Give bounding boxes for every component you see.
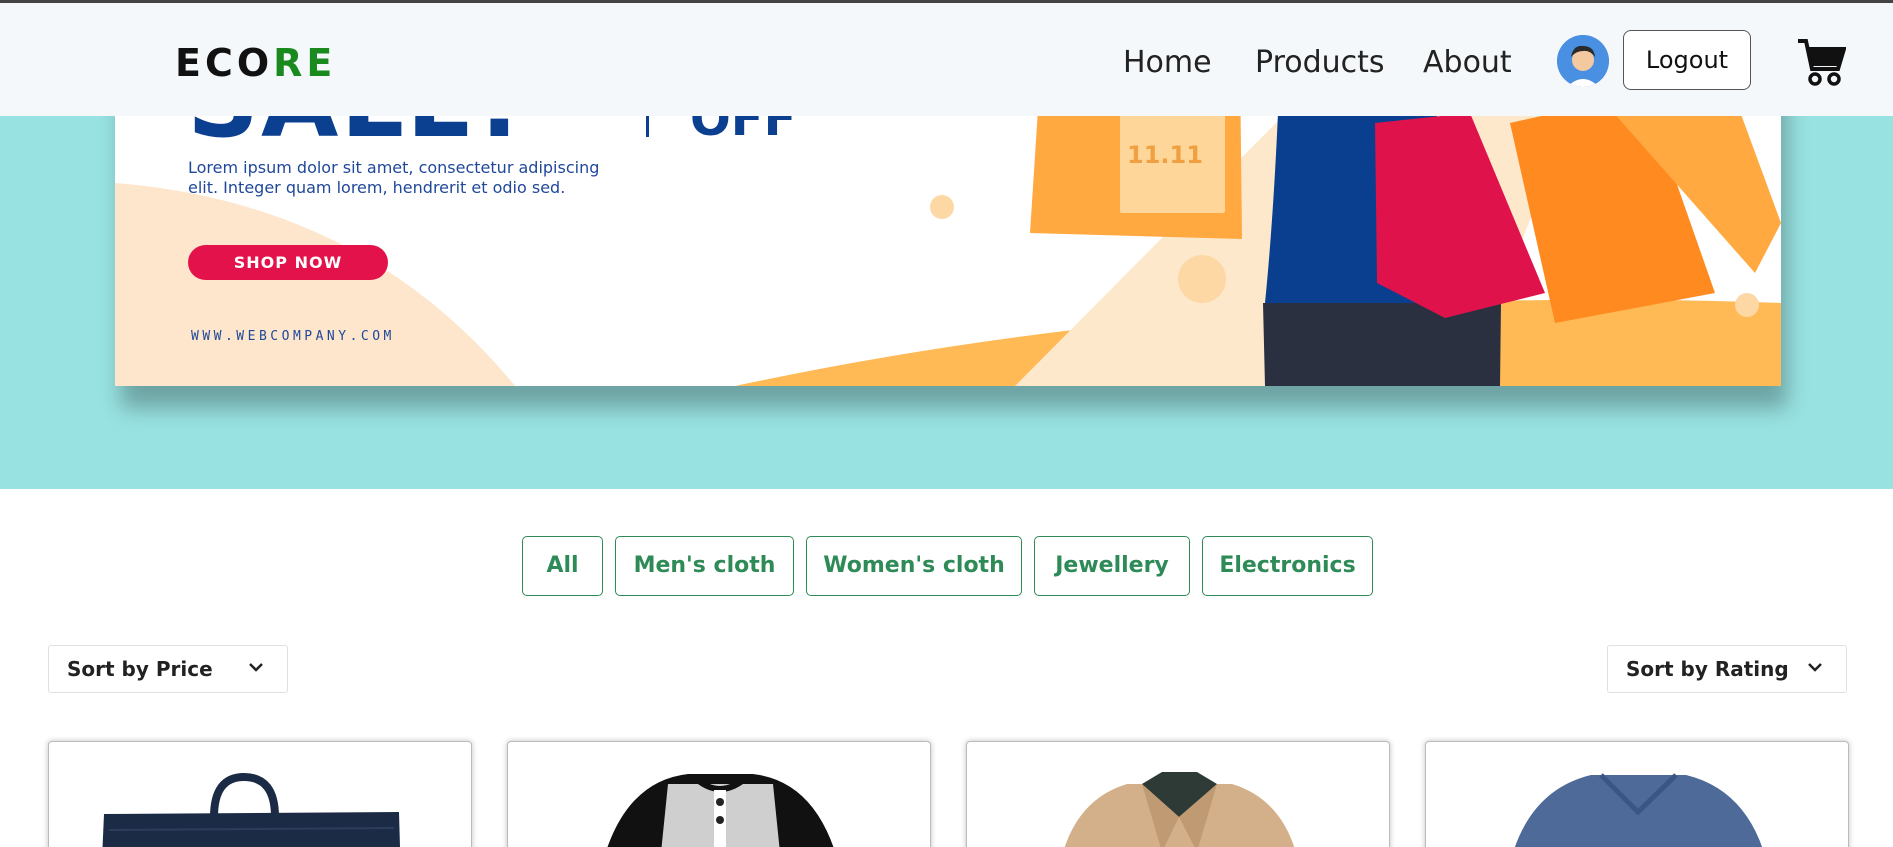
banner-description: Lorem ipsum dolor sit amet, consectetur … <box>188 158 600 197</box>
filter-all-button[interactable]: All <box>522 536 603 596</box>
sort-by-price-select[interactable]: Sort by Price <box>48 645 288 693</box>
filter-electronics-button[interactable]: Electronics <box>1202 536 1373 596</box>
sort-by-price-label: Sort by Price <box>67 657 213 681</box>
brand-logo[interactable]: ECORE <box>175 41 336 85</box>
brand-logo-part1: ECO <box>175 41 274 85</box>
nav-home-link[interactable]: Home <box>1123 45 1212 80</box>
brand-logo-part2: RE <box>273 41 337 85</box>
product-image-backpack <box>102 772 400 847</box>
bag-label: 11.11 <box>1127 141 1203 169</box>
chevron-down-icon <box>249 663 263 672</box>
user-avatar-icon[interactable] <box>1557 35 1609 87</box>
nav-products-link[interactable]: Products <box>1255 45 1385 80</box>
filter-mens-button[interactable]: Men's cloth <box>615 536 794 596</box>
filter-womens-button[interactable]: Women's cloth <box>806 536 1022 596</box>
navbar: ECORE Home Products About Logout <box>0 3 1893 116</box>
nav-about-link[interactable]: About <box>1423 45 1512 80</box>
sort-by-rating-label: Sort by Rating <box>1626 657 1789 681</box>
product-image-vneck-tshirt <box>1514 773 1763 847</box>
chevron-down-icon <box>1808 663 1822 672</box>
product-card[interactable] <box>48 741 472 847</box>
product-image-jacket <box>1064 772 1295 847</box>
shopping-cart-icon[interactable] <box>1796 37 1847 87</box>
product-card[interactable] <box>507 741 931 847</box>
category-filters: All Men's cloth Women's cloth Jewellery … <box>0 536 1893 596</box>
banner-url: WWW.WEBCOMPANY.COM <box>191 329 395 344</box>
shop-now-button[interactable]: SHOP NOW <box>188 245 388 280</box>
filter-jewellery-button[interactable]: Jewellery <box>1034 536 1190 596</box>
product-card[interactable] <box>1425 741 1849 847</box>
product-card[interactable] <box>966 741 1390 847</box>
logout-button[interactable]: Logout <box>1623 30 1751 90</box>
product-image-henley-tshirt <box>607 773 834 847</box>
sort-by-rating-select[interactable]: Sort by Rating <box>1607 645 1847 693</box>
